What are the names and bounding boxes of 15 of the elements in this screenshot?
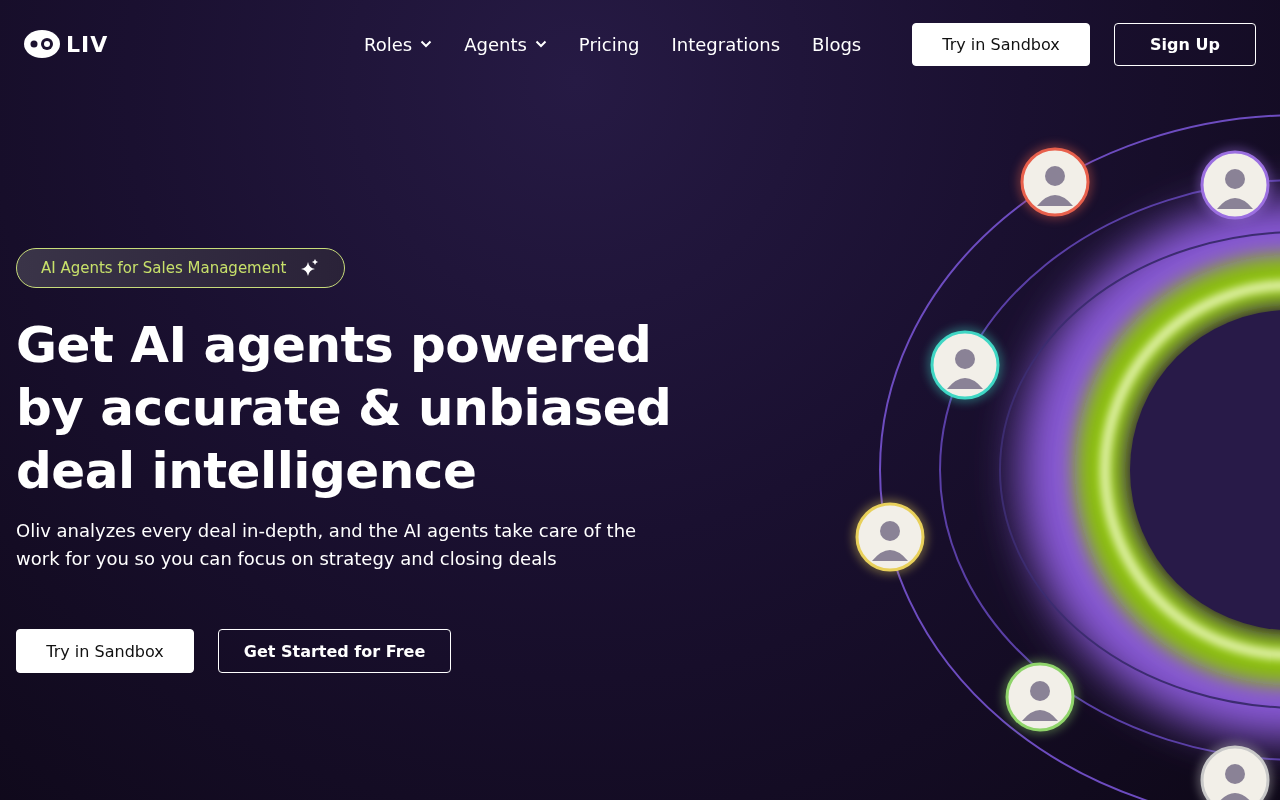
headline: Get AI agents powered by accurate & unbiased deal intelligence	[16, 315, 673, 502]
sandbox-button[interactable]: Try in Sandbox	[912, 22, 1090, 66]
subtitle: Oliv analyzes every deal in-depth, and the AI agents take care of the work for you so you can focus on strategy and closing deals	[16, 519, 638, 571]
badge-text: AI Agents for Sales Management	[41, 259, 287, 277]
get-started-button[interactable]: Get Started for Free	[218, 629, 451, 673]
logo[interactable]: LIV	[24, 29, 364, 59]
chevron-down-icon	[420, 40, 433, 48]
nav-link[interactable]: Roles	[364, 33, 433, 55]
sign-up-button[interactable]: Sign Up	[1114, 22, 1256, 66]
sandbox-button[interactable]: Try in Sandbox	[16, 629, 194, 673]
nav-link[interactable]: Blogs	[812, 33, 862, 55]
nav-link[interactable]: Agents	[464, 33, 547, 55]
nav-link[interactable]: Integrations	[671, 33, 781, 55]
chevron-down-icon	[534, 40, 547, 48]
nav-link[interactable]: Pricing	[578, 33, 640, 55]
